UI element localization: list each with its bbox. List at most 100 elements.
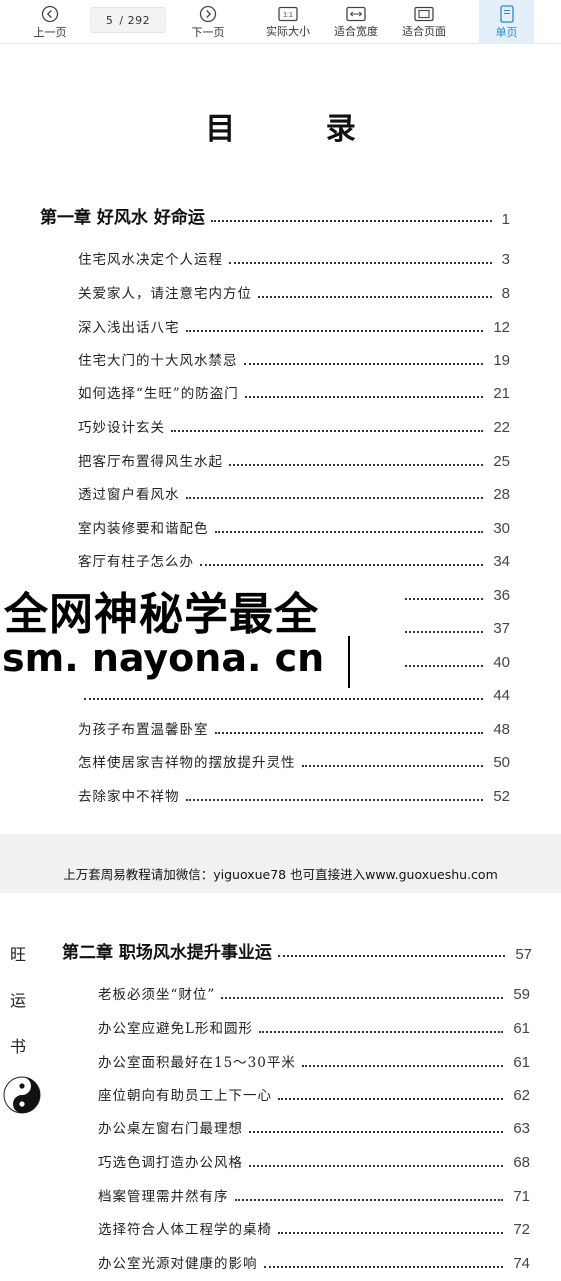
- toc-entry[interactable]: 去除家中不祥物 52: [78, 783, 510, 805]
- single-page-icon: [499, 5, 514, 23]
- toc-chapter-1[interactable]: 第一章 好风水 好命运 1: [40, 202, 510, 228]
- ad-banner-text: 上万套周易教程请加微信：yiguoxue78 也可直接进入www.guoxues…: [63, 867, 498, 882]
- toc-entry-title: 为孩子布置温馨卧室: [78, 722, 209, 738]
- side-char: 运: [10, 991, 27, 1010]
- toc-entry[interactable]: 住宅风水决定个人运程 3: [78, 246, 510, 268]
- toc-entry-title: 关爱家人，请注意宅内方位: [78, 286, 252, 302]
- toc-entry-title: 如何选择“生旺”的防盗门: [78, 386, 239, 402]
- toc-entry[interactable]: 巧选色调打造办公风格 68: [98, 1149, 530, 1171]
- toc-leader-dots: [258, 296, 492, 298]
- chevron-right-circle-icon: [199, 5, 217, 23]
- actual-size-button[interactable]: 1:1 实际大小: [258, 0, 318, 44]
- single-page-label: 单页: [495, 26, 518, 39]
- next-page-button[interactable]: 下一页: [180, 0, 236, 44]
- fit-page-button[interactable]: 适合页面: [396, 0, 452, 44]
- toc-entry[interactable]: 透过窗户看风水 28: [78, 481, 510, 503]
- toc-entry[interactable]: 巧妙设计玄关 22: [78, 414, 510, 436]
- pdf-page-6: 旺 运 书 第二章 职场风水提升事业运 57 老板必须坐“财位” 59 办公室应避…: [0, 893, 561, 1281]
- toc-page-number: 30: [493, 520, 510, 537]
- watermark-line-2: sm. nayona. cn: [2, 636, 325, 680]
- toc-entry-title: 住宅风水决定个人运程: [78, 252, 223, 268]
- toc-entry[interactable]: 选择符合人体工程学的桌椅 72: [98, 1216, 530, 1238]
- toc-entry[interactable]: 办公室应避免L形和圆形 61: [98, 1015, 530, 1037]
- toc-page-number: 72: [513, 1221, 530, 1238]
- toc-page-number: 34: [493, 553, 510, 570]
- fit-page-icon: [414, 6, 434, 22]
- toc-page-number: 74: [513, 1255, 530, 1272]
- previous-page-label: 上一页: [33, 26, 67, 39]
- toc-page-number: 37: [493, 620, 510, 637]
- toc-page-number: 48: [493, 721, 510, 738]
- toc-entry-title: 住宅大门的十大风水禁忌: [78, 353, 238, 369]
- toc-leader-dots: [249, 1131, 504, 1133]
- toc-leader-dots: [249, 1165, 504, 1167]
- toc-page-number: 62: [513, 1087, 530, 1104]
- toc-leader-dots: [301, 1065, 504, 1067]
- toc-leader-dots: [171, 430, 484, 432]
- previous-page-button[interactable]: 上一页: [22, 0, 78, 44]
- actual-size-icon-text: 1:1: [283, 12, 293, 19]
- toc-entry-title: 巧妙设计玄关: [78, 420, 165, 436]
- toc-leader-dots: [278, 1232, 504, 1234]
- toc-entry[interactable]: 深入浅出话八宅 12: [78, 314, 510, 336]
- toc-entry-title: 去除家中不祥物: [78, 789, 180, 805]
- side-char: 旺: [10, 945, 27, 964]
- toc-chapter-2[interactable]: 第二章 职场风水提升事业运 57: [62, 937, 532, 963]
- toc-page-number: 68: [513, 1154, 530, 1171]
- toc-page-number: 28: [493, 486, 510, 503]
- toc-page-number: 61: [513, 1054, 530, 1071]
- toc-entry[interactable]: 老板必须坐“财位” 59: [98, 981, 530, 1003]
- toc-page-number: 3: [501, 251, 510, 268]
- toc-page-number: 12: [493, 319, 510, 336]
- toc-entry-title: 客厅有柱子怎么办: [78, 554, 194, 570]
- toc-chapter-title: 第二章 职场风水提升事业运: [62, 943, 272, 963]
- toc-page-number: 25: [493, 453, 510, 470]
- watermark-overlay: 全网神秘学最全 sm. nayona. cn: [0, 578, 405, 696]
- toc-leader-dots: [214, 531, 484, 533]
- toc-leader-dots: [214, 732, 484, 734]
- toc-entry[interactable]: 办公室面积最好在15～30平米 61: [98, 1049, 530, 1071]
- toc-entry-title: 办公室应避免L形和圆形: [98, 1021, 253, 1037]
- side-char: 书: [10, 1037, 27, 1056]
- toc-entry-title: 办公室面积最好在15～30平米: [98, 1055, 296, 1071]
- toc-entry[interactable]: 客厅有柱子怎么办 34: [78, 548, 510, 570]
- toc-entry-title: 办公桌左窗右门最理想: [98, 1121, 243, 1137]
- fit-width-label: 适合宽度: [334, 25, 378, 38]
- fit-width-icon: [346, 6, 366, 22]
- actual-size-icon: 1:1: [278, 6, 298, 22]
- toc-page-number: 57: [515, 946, 532, 963]
- toc-entry[interactable]: 办公桌左窗右门最理想 63: [98, 1115, 530, 1137]
- toc-entry[interactable]: 座位朝向有助员工上下一心 62: [98, 1082, 530, 1104]
- fit-width-button[interactable]: 适合宽度: [328, 0, 384, 44]
- toc-entry[interactable]: 住宅大门的十大风水禁忌 19: [78, 347, 510, 369]
- toc-entry[interactable]: 关爱家人，请注意宅内方位 8: [78, 280, 510, 302]
- toc-entry[interactable]: 怎样使居家吉祥物的摆放提升灵性 50: [78, 749, 510, 771]
- toc-entry[interactable]: 办公室光源对健康的影响 74: [98, 1250, 530, 1272]
- single-page-button[interactable]: 单页: [479, 0, 534, 44]
- toc-entry[interactable]: 室内装修要和谐配色 30: [78, 515, 510, 537]
- toc-entry[interactable]: 如何选择“生旺”的防盗门 21: [78, 380, 510, 402]
- toc-leader-dots: [84, 698, 484, 700]
- toc-leader-dots: [221, 997, 504, 999]
- toc-page-number: 22: [493, 419, 510, 436]
- toc-entry-title: 透过窗户看风水: [78, 487, 180, 503]
- toc-entry-title: 老板必须坐“财位”: [98, 987, 216, 1003]
- toc-leader-dots: [243, 363, 484, 365]
- pdf-page-5: 目 录 第一章 好风水 好命运 1 住宅风水决定个人运程 3 关爱家人，请注意宅内…: [0, 44, 561, 834]
- toc-leader-dots: [234, 1199, 504, 1201]
- watermark-line-1: 全网神秘学最全: [4, 589, 319, 640]
- toc-entry-title: 室内装修要和谐配色: [78, 521, 209, 537]
- toc-entry[interactable]: 档案管理需井然有序 71: [98, 1183, 530, 1205]
- toc-entry-title: 把客厅布置得风生水起: [78, 454, 223, 470]
- next-page-label: 下一页: [191, 26, 225, 39]
- toc-leader-dots: [200, 564, 484, 566]
- toc-page-number: 44: [493, 687, 510, 704]
- toc-entry-title: 巧选色调打造办公风格: [98, 1155, 243, 1171]
- toc-leader-dots: [229, 464, 484, 466]
- page-number-input[interactable]: 5 / 292: [90, 7, 166, 33]
- toc-entry-title: 座位朝向有助员工上下一心: [98, 1088, 272, 1104]
- toc-entry[interactable]: 为孩子布置温馨卧室 48: [78, 716, 510, 738]
- toc-page-number: 36: [493, 587, 510, 604]
- toc-entry[interactable]: 把客厅布置得风生水起 25: [78, 448, 510, 470]
- toc-leader-dots: [277, 955, 506, 957]
